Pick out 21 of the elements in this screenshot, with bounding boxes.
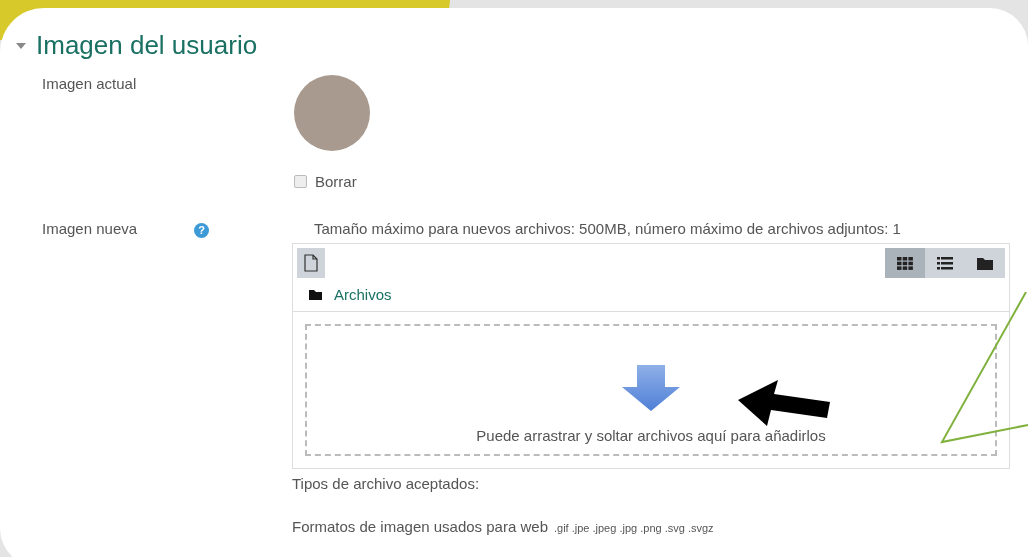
down-arrow-icon bbox=[622, 365, 680, 411]
checkbox-label: Borrar bbox=[315, 173, 357, 190]
grid-icon bbox=[897, 256, 913, 270]
extensions-text: .gif .jpe .jpeg .jpg .png .svg .svgz bbox=[554, 522, 714, 534]
file-icon bbox=[304, 254, 318, 272]
field-label: Imagen nueva bbox=[41, 220, 139, 239]
field-label: Imagen actual bbox=[41, 75, 138, 94]
list-icon bbox=[937, 256, 953, 270]
help-icon[interactable]: ? bbox=[194, 223, 209, 238]
view-button[interactable] bbox=[885, 248, 925, 278]
section-title: Imagen del usuario bbox=[36, 30, 258, 61]
upload-limits-text: Tamaño máximo para nuevos archivos: 500MB, número máximo de archivos adjuntos: 1 bbox=[314, 220, 902, 237]
formats-label: Formatos de imagen usados para web bbox=[292, 518, 548, 535]
drop-hint-text: Puede arrastrar y soltar archivos aquí para añadirlos bbox=[476, 427, 826, 444]
folder-link[interactable]: Archivos bbox=[334, 286, 392, 303]
folder-icon bbox=[309, 289, 322, 300]
collapse-caret-icon[interactable] bbox=[16, 42, 26, 49]
add-file-button[interactable] bbox=[297, 248, 325, 278]
delete-checkbox[interactable] bbox=[294, 175, 307, 188]
folder-icon bbox=[977, 256, 993, 270]
accepted-types-label: Tipos de archivo aceptados: bbox=[292, 475, 481, 492]
